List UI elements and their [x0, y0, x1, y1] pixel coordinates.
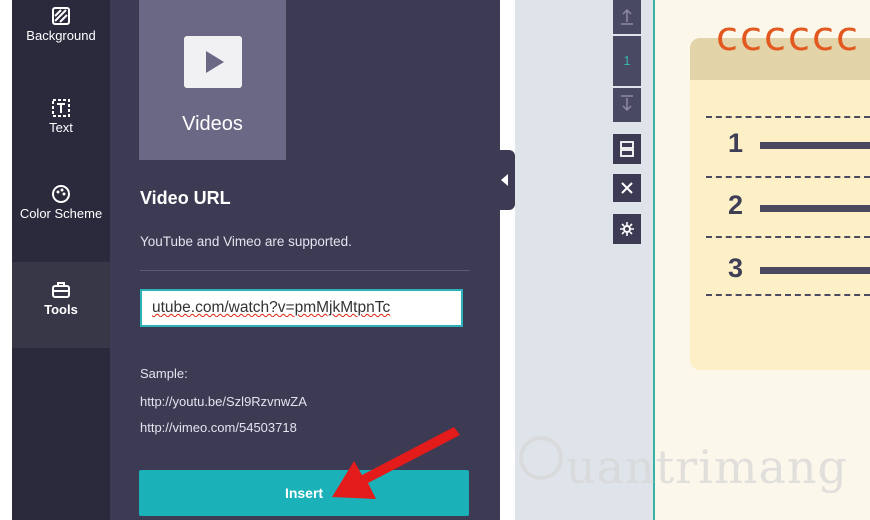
dashed-line	[706, 236, 870, 238]
video-url-input[interactable]	[140, 289, 463, 327]
move-up-button[interactable]	[613, 0, 641, 34]
delete-button[interactable]	[613, 174, 641, 202]
spiral-rings: cccccc	[716, 14, 860, 60]
list-number: 2	[728, 190, 744, 220]
videos-tile-label: Videos	[182, 113, 243, 135]
dashed-line	[706, 116, 870, 118]
page-number: 1	[613, 36, 641, 86]
sidebar-item-label: Text	[49, 120, 73, 135]
move-down-icon	[621, 95, 633, 112]
sidebar-item-label: Color Scheme	[19, 206, 103, 221]
gear-icon	[620, 222, 634, 236]
sidebar-item-tools[interactable]: Tools	[12, 262, 110, 348]
play-icon	[184, 36, 242, 88]
palette-icon	[52, 185, 70, 203]
watermark: uantrimang	[566, 440, 848, 494]
red-arrow-annotation	[332, 427, 460, 499]
sidebar-item-label: Tools	[44, 302, 78, 317]
move-up-icon	[621, 8, 633, 25]
dashed-line	[706, 176, 870, 178]
layout-icon	[620, 141, 634, 157]
sidebar: Background Text Color Scheme Tools	[12, 0, 110, 520]
supported-note: YouTube and Vimeo are supported.	[140, 234, 352, 249]
list-bar	[760, 205, 870, 212]
sidebar-item-background[interactable]: Background	[12, 6, 110, 58]
sidebar-item-color-scheme[interactable]: Color Scheme	[12, 184, 110, 250]
divider	[140, 270, 470, 271]
text-box-icon	[52, 99, 70, 117]
list-number: 1	[728, 128, 744, 158]
close-icon	[621, 182, 633, 194]
sample-youtube-url: http://youtu.be/Szl9RzvnwZA	[140, 394, 307, 409]
lightbulb-icon	[519, 436, 563, 480]
background-pattern-icon	[52, 7, 70, 25]
list-bar	[760, 142, 870, 149]
settings-button[interactable]	[613, 214, 641, 244]
sidebar-item-text[interactable]: Text	[12, 98, 110, 148]
list-number: 3	[728, 253, 744, 283]
collapse-panel-button[interactable]	[497, 150, 515, 210]
toolbox-icon	[52, 282, 70, 298]
videos-tile[interactable]: Videos	[139, 0, 286, 160]
video-url-heading: Video URL	[140, 188, 231, 208]
sample-vimeo-url: http://vimeo.com/54503718	[140, 420, 297, 435]
sample-label: Sample:	[140, 366, 188, 381]
layout-button[interactable]	[613, 134, 641, 164]
sidebar-item-label: Background	[26, 28, 96, 43]
move-down-button[interactable]	[613, 88, 641, 122]
list-bar	[760, 267, 870, 274]
notepad-graphic	[690, 38, 870, 370]
dashed-line	[706, 294, 870, 296]
